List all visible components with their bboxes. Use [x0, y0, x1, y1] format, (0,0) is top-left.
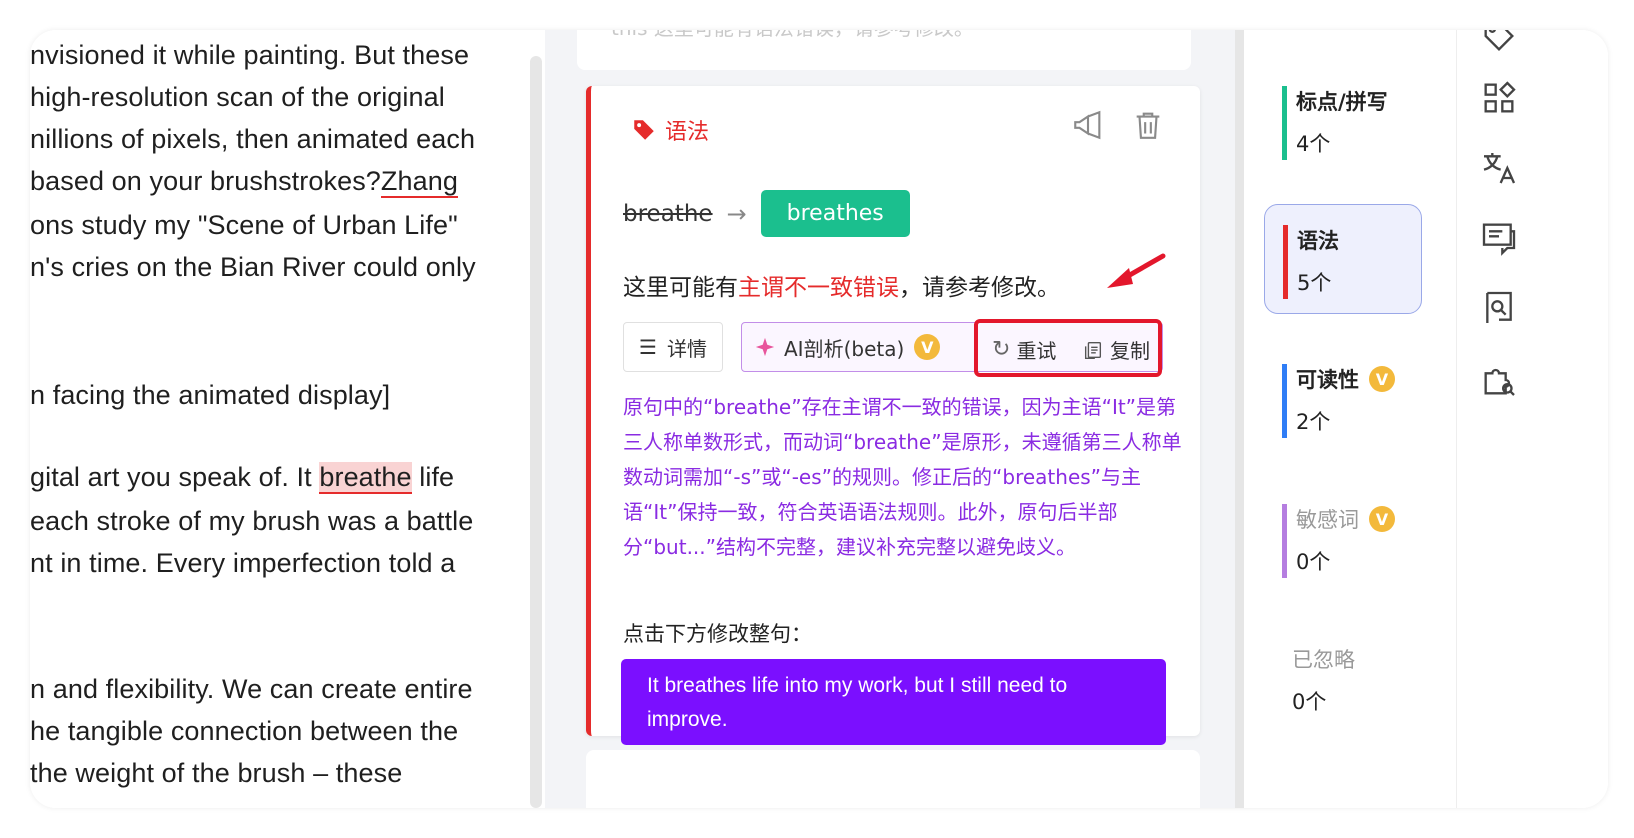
- category-sensitive-words[interactable]: 敏感词 V 0个: [1264, 484, 1422, 594]
- copy-icon: [1084, 341, 1102, 359]
- vip-badge: V: [1369, 366, 1395, 392]
- retry-button[interactable]: ↻ 重试: [992, 335, 1056, 364]
- vip-badge: V: [1369, 506, 1395, 532]
- editor-line: nvisioned it while painting. But these: [30, 40, 470, 70]
- editor-line: each stroke of my brush was a battle: [30, 506, 474, 536]
- list-icon: ☰: [639, 335, 657, 359]
- translate-icon[interactable]: [1479, 148, 1519, 188]
- next-suggestion-card[interactable]: [586, 750, 1200, 808]
- details-button[interactable]: ☰ 详情: [623, 322, 723, 372]
- category-grammar[interactable]: 语法 5个: [1264, 204, 1422, 314]
- comment-list-icon[interactable]: [1479, 218, 1519, 258]
- delete-button[interactable]: [1131, 108, 1165, 142]
- editor-scrollbar[interactable]: [530, 56, 542, 808]
- tag-icon: [634, 120, 654, 140]
- previous-suggestion-card[interactable]: this 这里可能有语法错误，请参考修改。: [577, 30, 1191, 70]
- editor-line: n facing the animated display]: [30, 380, 391, 410]
- doc-search-icon[interactable]: [1479, 288, 1519, 328]
- suggestion-panel: this 这里可能有语法错误，请参考修改。 语法 breathe → breat…: [545, 30, 1265, 808]
- accept-suggestion-button[interactable]: breathes: [760, 190, 910, 237]
- suggestion-explanation: 这里可能有主谓不一致错误，请参考修改。: [623, 275, 1060, 301]
- feedback-button[interactable]: [1071, 108, 1105, 142]
- ai-analysis-text: 原句中的“breathe”存在主谓不一致的错误，因为主语“It”是第三人称单数形…: [623, 395, 1182, 559]
- editor-line: nillions of pixels, then animated each: [30, 124, 476, 154]
- editor-line: ons study my "Scene of Urban Life": [30, 210, 458, 240]
- copy-button[interactable]: 复制: [1082, 335, 1150, 364]
- spelling-error-mark[interactable]: Zhang: [380, 166, 458, 198]
- megaphone-icon: [1074, 110, 1101, 140]
- document-editor[interactable]: nvisioned it while painting. But these h…: [30, 30, 530, 808]
- apps-icon[interactable]: [1479, 78, 1519, 118]
- editor-line: nt in time. Every imperfection told a: [30, 548, 456, 578]
- category-sidebar: 标点/拼写 4个 语法 5个 可读性 V 2个 敏感词 V 0个 已忽略 0个: [1244, 30, 1459, 808]
- category-readability[interactable]: 可读性 V 2个: [1264, 344, 1422, 454]
- grammar-error-highlight[interactable]: breathe: [319, 462, 412, 494]
- suggestion-category: 语法: [631, 114, 709, 146]
- original-word: breathe: [623, 200, 713, 227]
- editor-line: gital art you speak of. It breathe life: [30, 462, 455, 494]
- tool-rail: [1456, 30, 1608, 808]
- apply-sentence-button[interactable]: It breathes life into my work, but I sti…: [621, 659, 1166, 745]
- editor-line: he tangible connection between the: [30, 716, 459, 746]
- suggestion-card: 语法 breathe → breathes 这里可能有主谓不一致错误，请参考修改…: [586, 86, 1200, 745]
- editor-line: the weight of the brush – these: [30, 758, 403, 788]
- replacement-row: breathe → breathes: [623, 190, 910, 237]
- editor-line: n and flexibility. We can create entire: [30, 674, 473, 704]
- arrow-right-icon: →: [726, 199, 747, 228]
- ai-analysis-button[interactable]: AI剖析(beta) V ↻ 重试 复制: [741, 319, 1163, 377]
- editor-line: based on your brushstrokes?Zhang: [30, 166, 458, 198]
- refresh-icon: ↻: [992, 337, 1011, 362]
- app-window: nvisioned it while painting. But these h…: [30, 30, 1608, 808]
- category-punctuation-spelling[interactable]: 标点/拼写 4个: [1264, 66, 1422, 176]
- editor-line: high-resolution scan of the original: [30, 82, 445, 112]
- action-row: ☰ 详情 AI剖析(beta) V ↻ 重试 复制: [623, 319, 1163, 377]
- annotation-arrow-icon: [1107, 253, 1166, 288]
- tag-edit-icon[interactable]: [1479, 30, 1519, 56]
- rewrite-prompt: 点击下方修改整句：: [623, 622, 812, 646]
- vip-badge: V: [914, 334, 941, 360]
- puzzle-search-icon[interactable]: [1479, 360, 1519, 400]
- category-ignored[interactable]: 已忽略 0个: [1264, 624, 1422, 734]
- trash-icon: [1136, 112, 1160, 139]
- editor-line: n's cries on the Bian River could only: [30, 252, 476, 282]
- sparkle-icon: [755, 337, 775, 357]
